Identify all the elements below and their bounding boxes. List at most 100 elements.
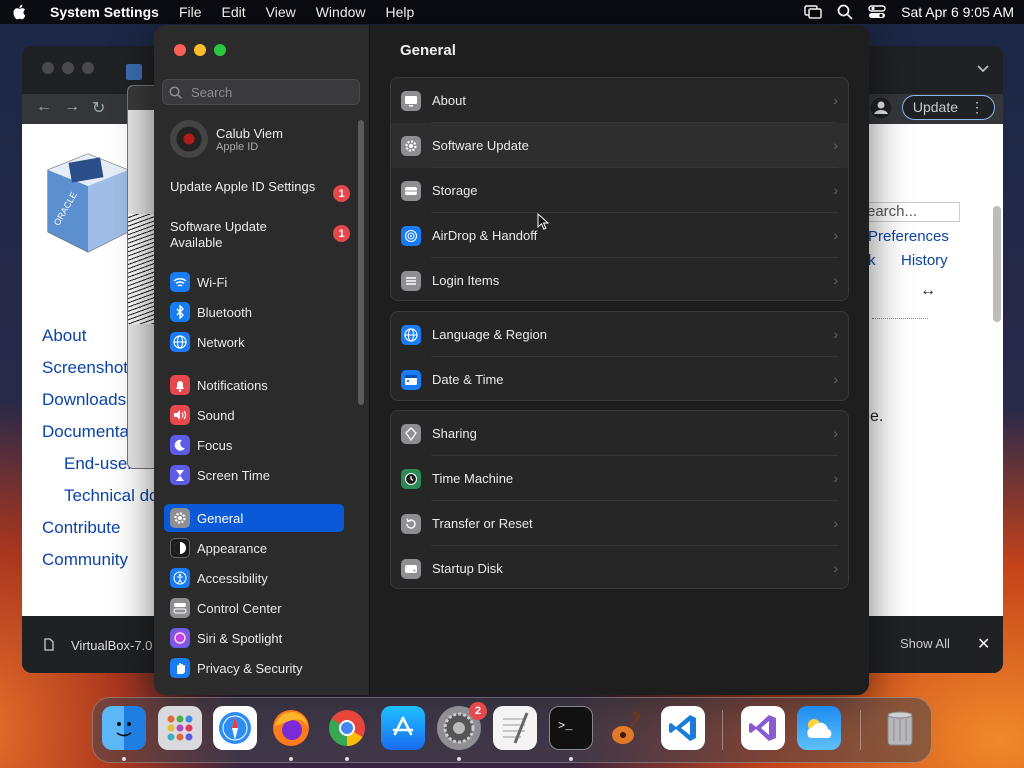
row-label: Sharing [432,426,477,441]
sidebar-item-appearance[interactable]: Appearance [164,534,344,562]
row-language-region[interactable]: Language & Region › [391,312,848,357]
row-about[interactable]: About › [391,78,848,123]
sidebar-item-notifications[interactable]: Notifications [164,371,344,399]
globe-icon [401,324,421,345]
page-search-input[interactable]: earch... [862,202,960,222]
row-login-items[interactable]: Login Items › [391,258,848,303]
row-sharing[interactable]: Sharing › [391,411,848,456]
chevron-right-icon: › [833,272,838,288]
garageband-icon[interactable] [605,706,649,750]
chevron-right-icon: › [833,470,838,486]
sidebar-item-privacy-security[interactable]: Privacy & Security [164,654,344,682]
sidebar-item-control-center[interactable]: Control Center [164,594,344,622]
forward-arrow-icon[interactable]: → [64,98,80,118]
finder-icon[interactable] [102,706,146,750]
sidebar-item-label: Appearance [197,540,268,556]
running-indicator [122,757,126,761]
svg-text:>_: >_ [558,719,573,733]
firefox-icon[interactable] [269,706,313,750]
menu-bar-clock[interactable]: Sat Apr 6 9:05 AM [895,4,1014,20]
row-date-time[interactable]: Date & Time › [391,357,848,402]
close-download-bar-icon[interactable]: ✕ [977,634,990,654]
edit-menu[interactable]: Edit [212,0,256,24]
row-label: Startup Disk [432,561,503,576]
hand-icon [170,658,190,678]
sidebar-item-siri-spotlight[interactable]: Siri & Spotlight [164,624,344,652]
search-placeholder: Search [191,84,233,100]
profile-avatar-icon[interactable] [869,96,892,119]
safari-icon[interactable] [213,706,257,750]
apple-menu-icon[interactable] [0,4,40,20]
sidebar-item-focus[interactable]: Focus [164,431,344,459]
alert-software-update[interactable]: Software Update Available 1 [170,219,350,251]
apple-id-account[interactable]: Calub Viem Apple ID [170,119,283,159]
terminal-icon[interactable]: >_ [549,706,593,750]
row-software-update[interactable]: Software Update › [391,123,848,168]
control-center-icon[interactable] [863,5,891,19]
launchpad-icon[interactable] [158,706,202,750]
sidebar-item-accessibility[interactable]: Accessibility [164,564,344,592]
visual-studio-icon[interactable] [741,706,785,750]
link-preferences[interactable]: Preferences [868,228,949,245]
row-startup-disk[interactable]: Startup Disk › [391,546,848,591]
bell-icon [170,375,190,395]
browser-tab-favicon-icon[interactable] [126,64,142,80]
sharing-icon [401,423,421,444]
drive-icon [401,180,421,201]
page-text-fragment: e. [870,408,884,425]
zoom-window-button[interactable] [214,44,226,56]
trash-icon[interactable] [878,706,922,750]
reload-icon[interactable]: ↻ [92,98,105,118]
minimize-window-button[interactable] [194,44,206,56]
window-menu[interactable]: Window [306,0,376,24]
chevron-right-icon: › [833,182,838,198]
settings-sidebar: Search Calub Viem Apple ID Update Apple … [154,25,370,695]
tab-list-chevron-icon[interactable] [977,62,989,76]
row-transfer-reset[interactable]: Transfer or Reset › [391,501,848,546]
appearance-icon [170,538,190,558]
sidebar-item-network[interactable]: Network [164,328,344,356]
sidebar-item-bluetooth[interactable]: Bluetooth [164,298,344,326]
link-fragment[interactable]: k [868,252,876,269]
wifi-icon [170,272,190,292]
sidebar-item-label: Siri & Spotlight [197,630,283,646]
virtualbox-logo: ORACLE [40,140,130,258]
row-storage[interactable]: Storage › [391,168,848,213]
sidebar-item-screen-time[interactable]: Screen Time [164,461,344,489]
accessibility-icon [170,568,190,588]
download-file-name[interactable]: VirtualBox-7.0 [71,638,153,653]
close-window-button[interactable] [174,44,186,56]
back-arrow-icon[interactable]: ← [36,98,52,118]
row-time-machine[interactable]: Time Machine › [391,456,848,501]
sidebar-item-wifi[interactable]: Wi-Fi [164,268,344,296]
show-all-downloads-button[interactable]: Show All [900,636,950,651]
chrome-icon[interactable] [325,706,369,750]
row-airdrop-handoff[interactable]: AirDrop & Handoff › [391,213,848,258]
browser-update-button[interactable]: Update ⋮ [901,95,995,120]
search-icon [169,85,185,99]
globe-icon [170,332,190,352]
sidebar-scrollbar[interactable] [358,120,364,405]
menu-bar: System Settings File Edit View Window He… [0,0,1024,24]
link-history[interactable]: History [901,252,948,269]
row-label: Software Update [432,138,529,153]
view-menu[interactable]: View [256,0,306,24]
dock: 2 >_ [92,697,932,763]
vscode-icon[interactable] [661,706,705,750]
chevron-right-icon: › [833,560,838,576]
file-menu[interactable]: File [169,0,212,24]
page-scrollbar[interactable] [993,206,1001,322]
app-store-icon[interactable] [381,706,425,750]
textedit-icon[interactable] [493,706,537,750]
screen-mirroring-icon[interactable] [799,5,827,19]
weather-icon[interactable] [797,706,841,750]
running-indicator [289,757,293,761]
sidebar-item-general[interactable]: General [164,504,344,532]
moon-icon [170,435,190,455]
app-menu[interactable]: System Settings [40,0,169,24]
help-menu[interactable]: Help [376,0,425,24]
spotlight-search-icon[interactable] [831,4,859,20]
alert-update-apple-id[interactable]: Update Apple ID Settings 1 [170,179,350,211]
settings-search-field[interactable]: Search [162,79,360,105]
sidebar-item-sound[interactable]: Sound [164,401,344,429]
